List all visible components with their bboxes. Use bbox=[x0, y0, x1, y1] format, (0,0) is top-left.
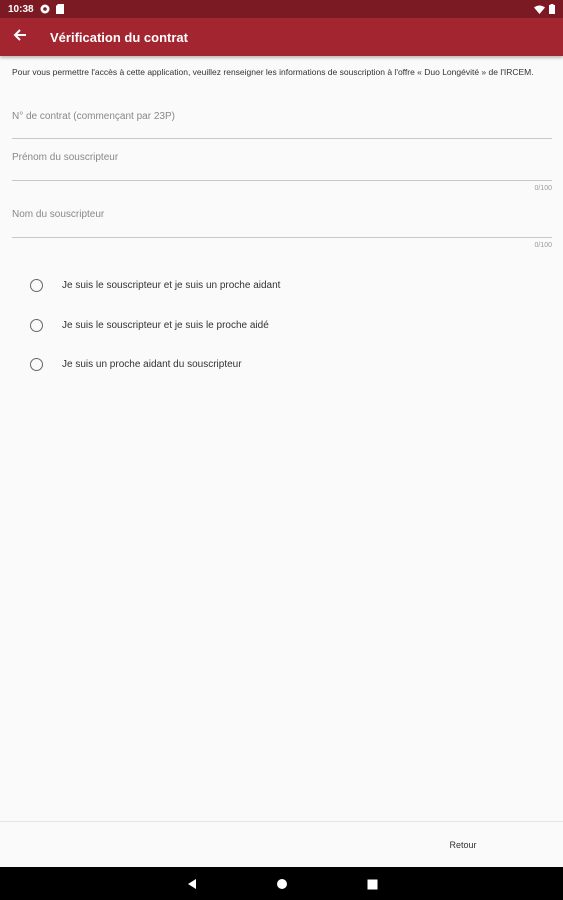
contract-number-placeholder: N° de contrat (commençant par 23P) bbox=[12, 111, 175, 122]
contract-number-field[interactable]: N° de contrat (commençant par 23P) bbox=[12, 111, 552, 139]
navigation-bar bbox=[0, 867, 563, 900]
lastname-underline bbox=[12, 237, 552, 238]
radio-option-souscripteur-aidant[interactable]: Je suis le souscripteur et je suis un pr… bbox=[30, 279, 280, 292]
lastname-field[interactable]: Nom du souscripteur 0/100 bbox=[12, 209, 552, 249]
radio-label: Je suis le souscripteur et je suis un pr… bbox=[62, 280, 281, 291]
app-bar: Vérification du contrat bbox=[0, 18, 563, 56]
radio-button[interactable] bbox=[30, 358, 43, 371]
sim-card-icon bbox=[55, 4, 64, 14]
radio-label: Je suis un proche aidant du souscripteur bbox=[62, 359, 242, 370]
back-button[interactable] bbox=[0, 18, 40, 56]
radio-button[interactable] bbox=[30, 319, 43, 332]
page-title: Vérification du contrat bbox=[50, 29, 188, 45]
lastname-counter: 0/100 bbox=[534, 242, 552, 249]
status-bar: 10:38 bbox=[0, 0, 563, 18]
firstname-field[interactable]: Prénom du souscripteur 0/100 bbox=[12, 152, 552, 192]
radio-button[interactable] bbox=[30, 279, 43, 292]
status-time: 10:38 bbox=[8, 3, 34, 15]
browser-notification-icon bbox=[40, 4, 50, 14]
nav-back-icon[interactable] bbox=[184, 876, 200, 892]
firstname-counter: 0/100 bbox=[534, 185, 552, 192]
contract-number-underline bbox=[12, 138, 552, 139]
bottom-action-bar: Retour bbox=[0, 821, 563, 867]
retour-button[interactable]: Retour bbox=[436, 822, 490, 868]
battery-icon bbox=[549, 4, 555, 14]
firstname-placeholder: Prénom du souscripteur bbox=[12, 152, 119, 163]
firstname-underline bbox=[12, 180, 552, 181]
lastname-placeholder: Nom du souscripteur bbox=[12, 209, 105, 220]
wifi-icon bbox=[534, 5, 545, 14]
nav-home-icon[interactable] bbox=[274, 876, 290, 892]
radio-option-souscripteur-aide[interactable]: Je suis le souscripteur et je suis le pr… bbox=[30, 319, 269, 332]
back-arrow-icon bbox=[13, 28, 27, 47]
intro-text: Pour vous permettre l'accès à cette appl… bbox=[12, 67, 534, 77]
radio-label: Je suis le souscripteur et je suis le pr… bbox=[62, 320, 269, 331]
nav-recents-icon[interactable] bbox=[364, 876, 380, 892]
radio-option-proche-aidant[interactable]: Je suis un proche aidant du souscripteur bbox=[30, 358, 242, 371]
